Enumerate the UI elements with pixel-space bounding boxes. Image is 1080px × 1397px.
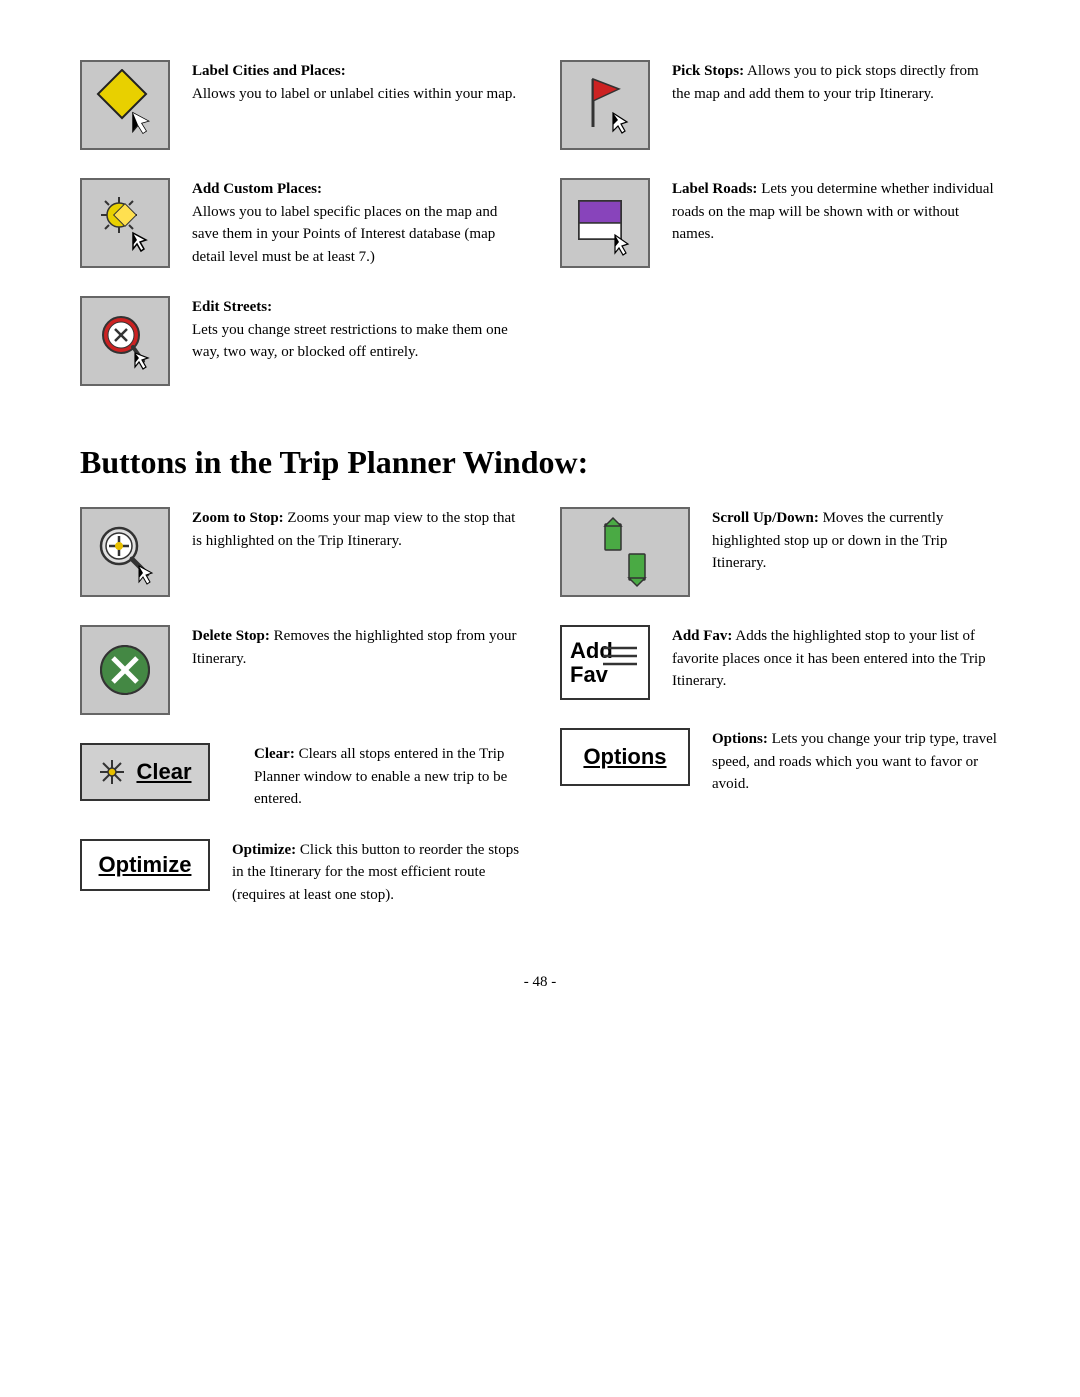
optimize-text: Optimize: Click this button to reorder t… [232, 839, 520, 907]
options-label: Options [583, 744, 666, 770]
optimize-item: Optimize Optimize: Click this button to … [80, 839, 520, 907]
top-section: Label Cities and Places: Allows you to l… [80, 60, 1000, 414]
add-fav-svg: Add Fav [565, 630, 645, 695]
edit-streets-title: Edit Streets: [192, 299, 272, 315]
edit-streets-desc: Lets you change street restrictions to m… [192, 322, 508, 361]
zoom-to-stop-text: Zoom to Stop: Zooms your map view to the… [192, 507, 520, 552]
edit-streets-text: Edit Streets: Lets you change street res… [192, 296, 520, 364]
add-custom-text: Add Custom Places: Allows you to label s… [192, 178, 520, 268]
clear-label: Clear [136, 759, 191, 785]
label-cities-svg [89, 69, 161, 141]
optimize-button-icon[interactable]: Optimize [80, 839, 210, 891]
scroll-arrows-svg [599, 516, 651, 588]
delete-stop-icon [80, 625, 170, 715]
zoom-to-stop-title: Zoom to Stop: [192, 510, 284, 526]
add-custom-svg [89, 187, 161, 259]
add-custom-item: Add Custom Places: Allows you to label s… [80, 178, 520, 268]
trip-planner-section: Zoom to Stop: Zooms your map view to the… [80, 507, 1000, 934]
pick-stops-svg [569, 69, 641, 141]
edit-streets-svg [89, 305, 161, 377]
options-item: Options Options: Lets you change your tr… [560, 728, 1000, 796]
pick-stops-text: Pick Stops: Allows you to pick stops dir… [672, 60, 1000, 105]
pick-stops-item: Pick Stops: Allows you to pick stops dir… [560, 60, 1000, 150]
delete-stop-item: Delete Stop: Removes the highlighted sto… [80, 625, 520, 715]
label-cities-desc: Allows you to label or unlabel cities wi… [192, 86, 516, 102]
label-roads-icon [560, 178, 650, 268]
add-fav-text: Add Fav: Adds the highlighted stop to yo… [672, 625, 1000, 693]
add-custom-desc: Allows you to label specific places on t… [192, 204, 497, 265]
zoom-to-stop-icon [80, 507, 170, 597]
scroll-updown-icon [560, 507, 690, 597]
edit-streets-item: Edit Streets: Lets you change street res… [80, 296, 520, 386]
label-cities-item: Label Cities and Places: Allows you to l… [80, 60, 520, 150]
clear-item: Clear Clear: Clears all stops entered in… [80, 743, 520, 811]
delete-stop-title: Delete Stop: [192, 628, 270, 644]
top-left-col: Label Cities and Places: Allows you to l… [80, 60, 550, 414]
clear-sparkle-icon [98, 758, 126, 786]
pick-stops-icon [560, 60, 650, 150]
top-right-col: Pick Stops: Allows you to pick stops dir… [550, 60, 1000, 414]
add-fav-icon: Add Fav [560, 625, 650, 700]
label-roads-text: Label Roads: Lets you determine whether … [672, 178, 1000, 246]
add-custom-icon [80, 178, 170, 268]
label-roads-title: Label Roads: [672, 181, 757, 197]
label-cities-text: Label Cities and Places: Allows you to l… [192, 60, 520, 105]
trip-left-col: Zoom to Stop: Zooms your map view to the… [80, 507, 550, 934]
scroll-updown-text: Scroll Up/Down: Moves the currently high… [712, 507, 1000, 575]
edit-streets-icon [80, 296, 170, 386]
scroll-updown-item: Scroll Up/Down: Moves the currently high… [560, 507, 1000, 597]
clear-text: Clear: Clears all stops entered in the T… [254, 743, 520, 811]
top-two-col: Label Cities and Places: Allows you to l… [80, 60, 1000, 414]
options-title: Options: [712, 731, 768, 747]
pick-stops-title: Pick Stops: [672, 63, 744, 79]
label-roads-item: Label Roads: Lets you determine whether … [560, 178, 1000, 268]
delete-stop-text: Delete Stop: Removes the highlighted sto… [192, 625, 520, 670]
clear-button-icon[interactable]: Clear [80, 743, 210, 801]
optimize-title: Optimize: [232, 842, 296, 858]
add-fav-item: Add Fav Add Fav: Adds the highlighted st… [560, 625, 1000, 700]
add-custom-title: Add Custom Places: [192, 181, 322, 197]
optimize-label: Optimize [99, 852, 192, 878]
options-text: Options: Lets you change your trip type,… [712, 728, 1000, 796]
add-fav-title: Add Fav: [672, 628, 732, 644]
svg-text:Fav: Fav [570, 662, 609, 687]
scroll-updown-title: Scroll Up/Down: [712, 510, 819, 526]
options-button-icon[interactable]: Options [560, 728, 690, 786]
trip-planner-heading: Buttons in the Trip Planner Window: [80, 444, 1000, 481]
label-cities-icon [80, 60, 170, 150]
delete-stop-svg [89, 634, 161, 706]
trip-right-col: Scroll Up/Down: Moves the currently high… [550, 507, 1000, 934]
label-cities-title: Label Cities and Places: [192, 63, 346, 79]
zoom-to-stop-item: Zoom to Stop: Zooms your map view to the… [80, 507, 520, 597]
zoom-stop-svg [89, 516, 161, 588]
svg-text:Add: Add [570, 638, 613, 663]
page-number: - 48 - [80, 974, 1000, 991]
label-roads-svg [569, 187, 641, 259]
clear-title: Clear: [254, 746, 295, 762]
